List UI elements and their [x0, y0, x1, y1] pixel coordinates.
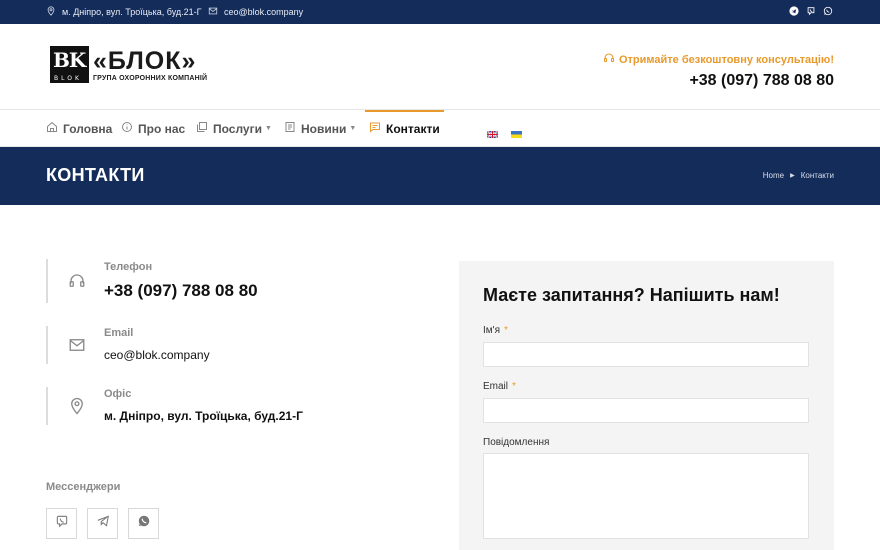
headset-icon — [68, 272, 86, 295]
email-label: Email — [104, 327, 134, 339]
viber-icon[interactable] — [806, 6, 817, 17]
name-input[interactable] — [483, 342, 809, 367]
topbar-address-text: м. Дніпро, вул. Троїцька, буд.21-Г — [62, 7, 202, 17]
consult-line[interactable]: Отримайте безкоштовну консультацію! — [603, 52, 834, 67]
phone-label: Телефон — [104, 261, 153, 273]
services-icon — [196, 121, 208, 136]
nav-item-services-label: Послуги — [213, 121, 262, 136]
nav-item-home[interactable]: Головна — [46, 110, 112, 147]
email-form-label-text: Email — [483, 381, 509, 392]
email-form-label: Email * — [483, 381, 516, 392]
info-icon — [121, 121, 133, 136]
topbar-email[interactable]: ceo@blok.company — [208, 0, 303, 24]
chat-icon — [369, 121, 381, 136]
logo-mark-sub: BLOK — [54, 75, 82, 82]
viber-icon — [55, 514, 69, 533]
mail-icon — [68, 336, 86, 359]
nav-item-services[interactable]: Послуги ▼ — [196, 110, 272, 147]
logo-subtitle: ГРУПА ОХОРОННИХ КОМПАНІЙ — [93, 74, 208, 82]
headset-icon — [603, 52, 615, 67]
location-pin-icon — [68, 397, 86, 420]
topbar-socials — [789, 6, 834, 17]
nav-item-news-label: Новини — [301, 121, 347, 136]
breadcrumb: Home ▶ Контакти — [763, 171, 834, 180]
contact-form: Маєте запитання? Напішить нам! Ім'я * Ema… — [459, 261, 834, 550]
english-flag-icon[interactable] — [486, 125, 499, 139]
breadcrumb-home[interactable]: Home — [763, 171, 784, 180]
breadcrumb-current: Контакти — [800, 171, 834, 180]
nav-item-about[interactable]: Про нас — [121, 110, 185, 147]
topbar-email-text[interactable]: ceo@blok.company — [224, 7, 303, 17]
whatsapp-button[interactable] — [128, 508, 159, 539]
form-title: Маєте запитання? Напішить нам! — [483, 285, 780, 305]
telegram-icon[interactable] — [789, 6, 800, 17]
page-title: КОНТАКТИ — [46, 165, 145, 185]
nav-item-about-label: Про нас — [138, 121, 186, 136]
telegram-button[interactable] — [87, 508, 118, 539]
chevron-down-icon: ▼ — [349, 125, 357, 132]
contact-office-block: Офіс м. Дніпро, вул. Троїцька, буд.21-Г — [46, 387, 303, 425]
page-title-band: КОНТАКТИ Home ▶ Контакти — [0, 147, 880, 205]
viber-button[interactable] — [46, 508, 77, 539]
messengers-title: Мессенджери — [46, 481, 121, 493]
nav-item-contacts-label: Контакти — [386, 121, 440, 136]
message-textarea[interactable] — [483, 453, 809, 539]
email-value[interactable]: ceo@blok.company — [104, 348, 210, 362]
whatsapp-icon — [137, 514, 151, 533]
logo-mark-letters: BK — [53, 48, 86, 72]
site-header: BK BLOK «БЛОК» ГРУПА ОХОРОННИХ КОМПАНІЙ … — [0, 24, 880, 110]
header-phone[interactable]: +38 (097) 788 08 80 — [603, 72, 834, 90]
consult-text: Отримайте безкоштовну консультацію! — [618, 53, 834, 66]
news-icon — [284, 121, 296, 136]
nav-item-news[interactable]: Новини ▼ — [284, 110, 356, 147]
office-label: Офіс — [104, 388, 132, 400]
required-mark: * — [512, 381, 516, 392]
home-icon — [46, 121, 58, 136]
site-logo[interactable]: BK BLOK «БЛОК» ГРУПА ОХОРОННИХ КОМПАНІЙ — [50, 46, 207, 83]
contact-email-block: Email ceo@blok.company — [46, 326, 210, 364]
logo-text: «БЛОК» ГРУПА ОХОРОННИХ КОМПАНІЙ — [93, 48, 207, 82]
name-label-text: Ім'я — [483, 325, 500, 336]
whatsapp-icon[interactable] — [823, 6, 834, 17]
email-input[interactable] — [483, 398, 809, 423]
top-bar: м. Дніпро, вул. Троїцька, буд.21-Г ceo@b… — [0, 0, 880, 24]
nav-item-contacts[interactable]: Контакти — [365, 110, 444, 147]
phone-value[interactable]: +38 (097) 788 08 80 — [104, 281, 258, 301]
main-nav: Головна Про нас Послуги ▼ Новини ▼ Конта… — [0, 110, 880, 147]
ukrainian-flag-icon[interactable] — [511, 125, 522, 138]
topbar-address: м. Дніпро, вул. Троїцька, буд.21-Г — [46, 0, 202, 24]
contact-phone-block: Телефон +38 (097) 788 08 80 — [46, 259, 258, 303]
chevron-right-icon: ▶ — [790, 173, 795, 179]
location-pin-icon — [46, 6, 56, 18]
telegram-icon — [96, 514, 110, 533]
mail-icon — [208, 6, 218, 18]
required-mark: * — [503, 325, 508, 336]
header-consultation: Отримайте безкоштовну консультацію! +38 … — [603, 52, 834, 90]
nav-item-home-label: Головна — [63, 121, 113, 136]
message-label: Повідомлення — [483, 437, 550, 448]
chevron-down-icon: ▼ — [264, 125, 272, 132]
logo-title: «БЛОК» — [93, 46, 197, 75]
office-value: м. Дніпро, вул. Троїцька, буд.21-Г — [104, 409, 303, 423]
name-label: Ім'я * — [483, 325, 508, 336]
logo-mark: BK BLOK — [50, 46, 89, 83]
